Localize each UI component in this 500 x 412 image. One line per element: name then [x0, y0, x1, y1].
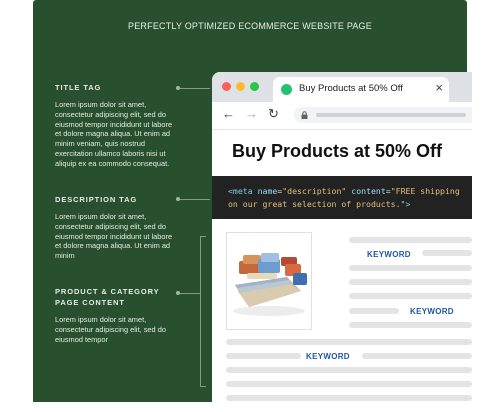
placeholder-line: [422, 250, 472, 256]
minimize-window-button[interactable]: [236, 82, 245, 91]
keyword-label: KEYWORD: [410, 307, 454, 316]
placeholder-line: [349, 293, 472, 299]
placeholder-line: [226, 395, 472, 401]
product-image: [226, 232, 312, 330]
placeholder-line: [349, 308, 399, 314]
towels-image: [233, 253, 307, 316]
product-content-section: PRODUCT & CATEGORY PAGE CONTENT Lorem ip…: [55, 286, 180, 344]
placeholder-line: [226, 367, 472, 373]
section-text: Lorem ipsum dolor sit amet, consectetur …: [55, 315, 166, 344]
favicon-icon: [281, 84, 292, 95]
tab-bar: Buy Products at 50% Off ×: [212, 72, 472, 102]
code-line: <meta name="description" content="FREE s…: [228, 186, 460, 196]
back-icon[interactable]: ←: [222, 107, 235, 121]
close-tab-icon[interactable]: ×: [435, 80, 443, 95]
connector-line: [180, 292, 200, 294]
placeholder-line: [226, 353, 301, 359]
keyword-label: KEYWORD: [367, 250, 411, 259]
connector-bracket: [200, 236, 201, 386]
address-bar[interactable]: [294, 107, 472, 123]
forward-icon[interactable]: →: [245, 107, 258, 121]
navigation-bar: ← → ↻: [212, 102, 472, 130]
placeholder-line: [349, 265, 472, 271]
placeholder-line: [226, 381, 472, 387]
description-tag-section: DESCRIPTION TAG Lorem ipsum dolor sit am…: [55, 194, 180, 261]
connector-bracket-bottom: [200, 386, 206, 387]
keyword-label: KEYWORD: [306, 352, 350, 361]
placeholder-line: [349, 237, 472, 243]
maximize-window-button[interactable]: [250, 82, 259, 91]
section-heading: DESCRIPTION TAG: [55, 195, 138, 204]
lock-icon: [301, 111, 308, 119]
page-heading: Buy Products at 50% Off: [232, 141, 443, 161]
url-placeholder-line: [316, 113, 466, 117]
tab-title: Buy Products at 50% Off: [299, 83, 403, 94]
close-window-button[interactable]: [222, 82, 231, 91]
browser-tab[interactable]: Buy Products at 50% Off ×: [273, 77, 449, 102]
connector-bracket-top: [200, 236, 206, 237]
section-text: Lorem ipsum dolor sit amet, consectetur …: [55, 100, 173, 168]
reload-icon[interactable]: ↻: [268, 107, 279, 121]
placeholder-line: [349, 279, 472, 285]
section-text: Lorem ipsum dolor sit amet, consectetur …: [55, 212, 173, 261]
browser-window: Buy Products at 50% Off × ← → ↻ Buy Prod…: [212, 72, 472, 412]
connector-line: [180, 87, 210, 89]
section-heading: TITLE TAG: [55, 83, 102, 92]
title-tag-section: TITLE TAG Lorem ipsum dolor sit amet, co…: [55, 82, 180, 169]
section-heading: PRODUCT & CATEGORY PAGE CONTENT: [55, 287, 160, 307]
meta-code-block: <meta name="description" content="FREE s…: [212, 176, 472, 219]
placeholder-line: [349, 322, 472, 328]
placeholder-line: [362, 353, 472, 359]
page-title: PERFECTLY OPTIMIZED ECOMMERCE WEBSITE PA…: [128, 21, 372, 31]
code-line: on our great selection of products.">: [228, 199, 411, 209]
connector-line: [180, 198, 210, 200]
placeholder-line: [226, 339, 472, 345]
